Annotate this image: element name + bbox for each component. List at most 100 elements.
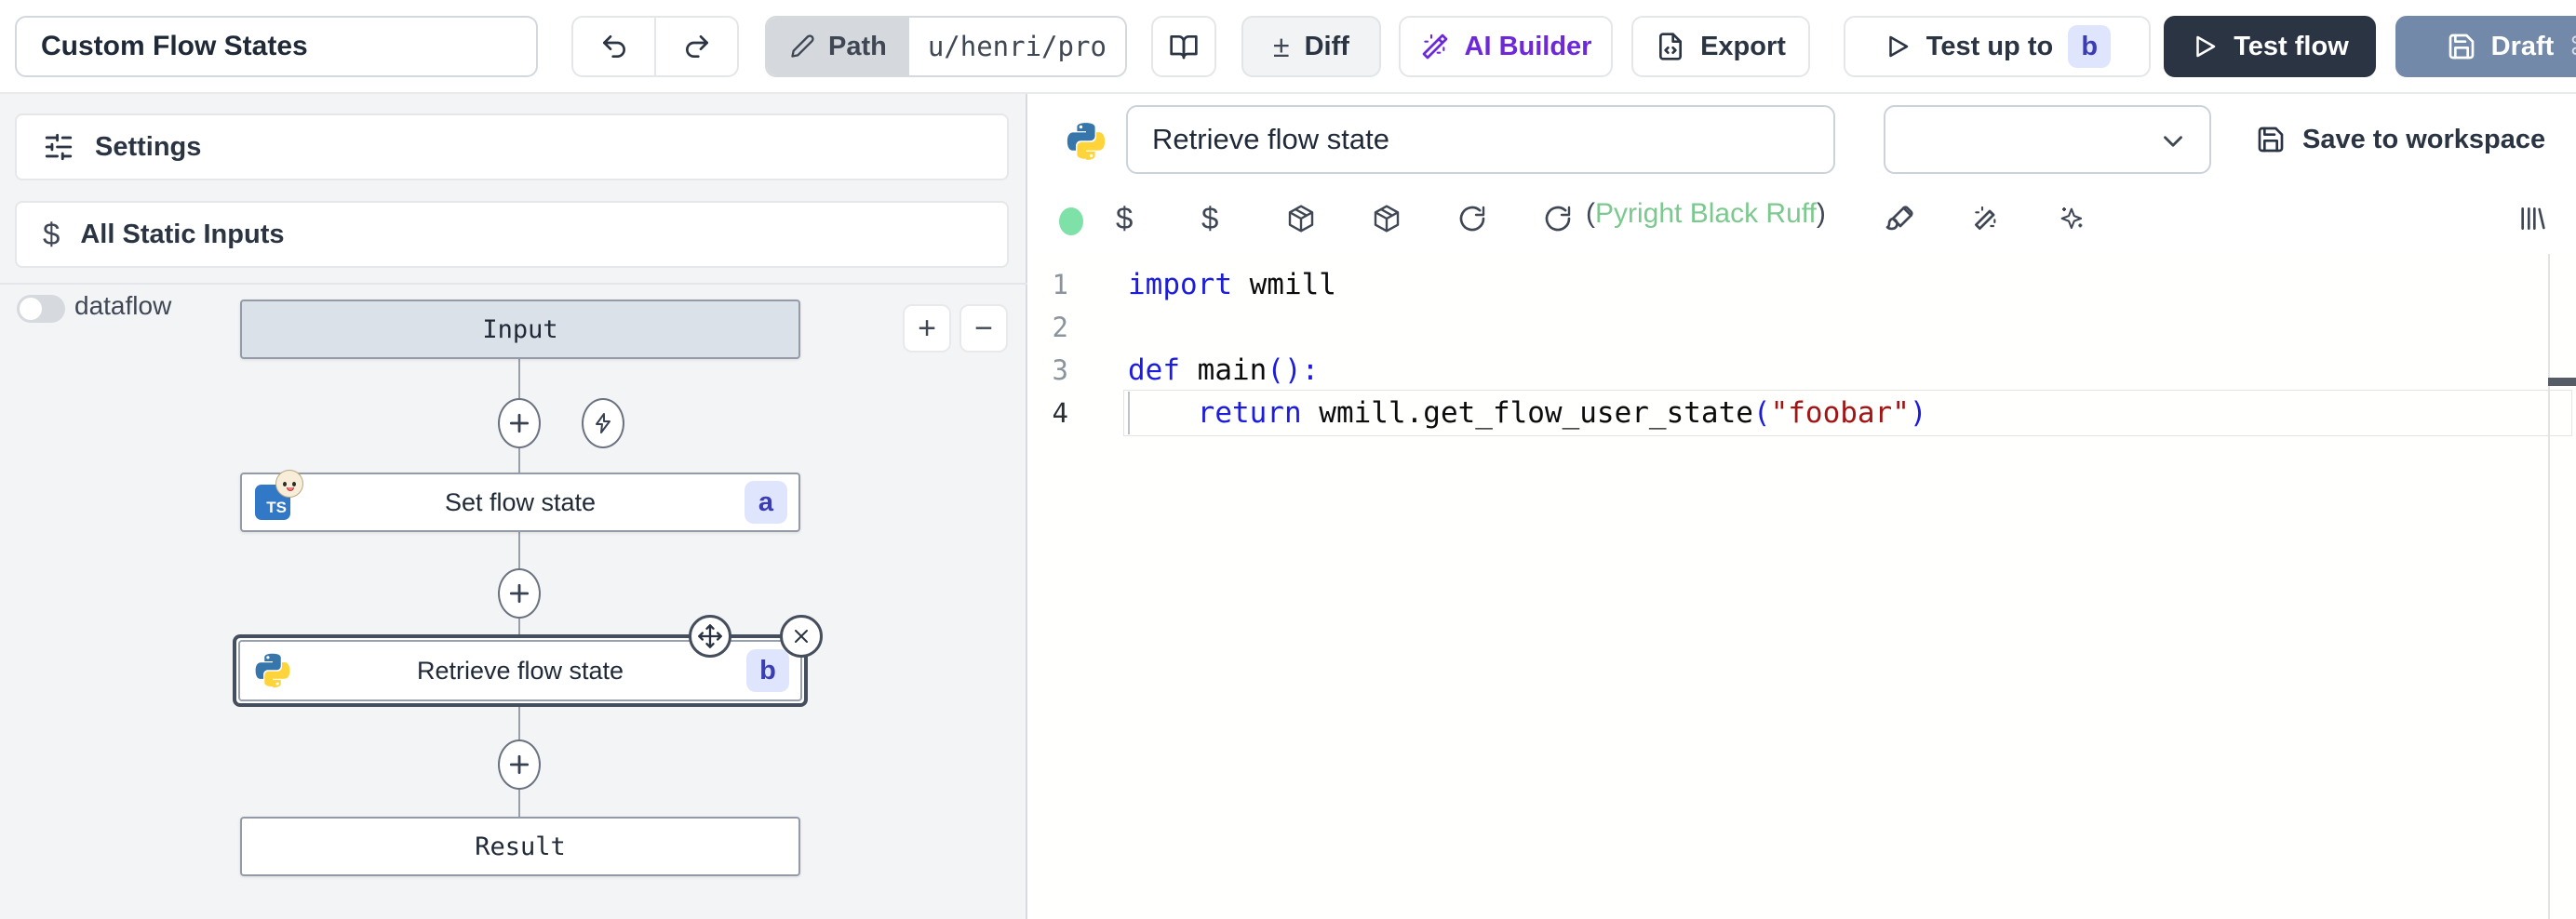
static-inputs-label: All Static Inputs [80, 220, 284, 250]
line-number: 1 [1029, 263, 1078, 306]
ai-builder-button[interactable]: AI Builder [1399, 16, 1613, 77]
move-step-button[interactable] [689, 615, 731, 658]
undo-icon [599, 32, 629, 61]
diff-label: Diff [1305, 32, 1349, 62]
overview-cursor-marker [2548, 378, 2576, 386]
add-step-button[interactable] [498, 398, 541, 448]
code-assistants-status: (Pyright Black Ruff) [1586, 198, 1826, 230]
retrieve-flow-state-label: Retrieve flow state [417, 657, 624, 686]
settings-label: Settings [95, 132, 201, 163]
book-icon [1169, 32, 1199, 61]
sparkles-icon [2057, 204, 2086, 233]
export-button[interactable]: Export [1631, 16, 1810, 77]
ai-wand-icon-button[interactable] [1971, 204, 2001, 233]
reload-icon-button[interactable] [1457, 204, 1487, 233]
library-icon [2516, 204, 2546, 233]
reload-icon-button[interactable] [1543, 204, 1573, 233]
add-step-button[interactable] [498, 568, 541, 619]
save-to-workspace-label: Save to workspace [2302, 125, 2545, 155]
test-flow-button[interactable]: Test flow [2164, 16, 2376, 77]
save-to-workspace-button[interactable]: Save to workspace [2256, 114, 2545, 165]
code-line: import wmill [1128, 263, 1927, 306]
magic-wand-icon [1420, 32, 1450, 61]
refresh-icon [1457, 204, 1487, 233]
sparkles-icon-button[interactable] [2057, 204, 2086, 233]
play-icon [1884, 33, 1912, 60]
line-number: 2 [1029, 306, 1078, 349]
input-node[interactable]: Input [240, 300, 800, 359]
redo-button[interactable] [654, 18, 737, 75]
toggle-knob [20, 298, 42, 320]
format-button[interactable] [1885, 204, 1915, 233]
code-line [1128, 306, 1927, 349]
plus-minus-icon: ± [1273, 30, 1290, 64]
package-icon [1286, 204, 1316, 233]
test-up-to-button[interactable]: Test up to b [1844, 16, 2151, 77]
paintbrush-icon [1885, 204, 1915, 233]
variables-button[interactable]: $ [1116, 201, 1133, 236]
all-static-inputs-item[interactable]: $ All Static Inputs [15, 201, 1009, 268]
code-content[interactable]: import wmill def main(): return wmill.ge… [1128, 263, 1927, 434]
step-name-input[interactable] [1126, 105, 1835, 174]
draft-shortcut: ⌘S [2569, 33, 2576, 61]
graph-divider [0, 283, 1027, 285]
file-code-icon [1656, 32, 1685, 61]
undo-button[interactable] [573, 18, 654, 75]
script-select[interactable] [1884, 105, 2211, 174]
line-number: 3 [1029, 349, 1078, 392]
set-flow-state-label: Set flow state [445, 488, 596, 517]
dollar-icon: $ [1201, 201, 1218, 236]
magic-wand-icon [1971, 204, 2001, 233]
zoom-out-button[interactable]: − [959, 304, 1008, 353]
zoom-in-button[interactable]: + [903, 304, 951, 353]
top-toolbar: Path u/henri/pro ± Diff AI Builder Expor… [0, 0, 2576, 94]
python-icon [253, 651, 292, 690]
export-label: Export [1700, 32, 1786, 62]
typescript-bun-icon: TS [255, 485, 290, 520]
redo-icon [682, 32, 712, 61]
set-flow-state-node[interactable]: TS Set flow state a [240, 473, 800, 532]
delete-step-button[interactable] [780, 615, 823, 658]
save-draft-button[interactable]: Draft ⌘S [2395, 16, 2576, 77]
ai-builder-label: AI Builder [1465, 32, 1592, 62]
editor-right-ruler [2548, 254, 2550, 919]
code-line: return wmill.get_flow_user_state("foobar… [1128, 392, 1927, 434]
dollar-icon: $ [43, 217, 60, 252]
package-icon [1372, 204, 1402, 233]
trigger-bolt-button[interactable] [582, 398, 624, 448]
code-line: def main(): [1128, 349, 1927, 392]
pencil-icon [789, 33, 815, 60]
test-flow-label: Test flow [2234, 32, 2349, 62]
save-icon [2447, 32, 2476, 61]
package-button[interactable] [1372, 204, 1402, 233]
path-value[interactable]: u/henri/pro [909, 18, 1125, 75]
undo-redo-group [571, 16, 739, 77]
line-number-gutter: 1 2 3 4 [1029, 263, 1078, 434]
docs-button[interactable] [1151, 16, 1216, 77]
play-icon [2191, 33, 2219, 60]
flow-title-input[interactable] [15, 16, 538, 77]
step-editor-panel: Save to workspace $ $ [1029, 94, 2576, 919]
path-label: Path [828, 32, 887, 62]
dataflow-label: dataflow [74, 291, 171, 321]
bun-icon [275, 470, 303, 498]
step-id-badge-b: b [746, 649, 789, 692]
diff-button[interactable]: ± Diff [1241, 16, 1381, 77]
add-step-button[interactable] [498, 739, 541, 790]
library-icon-button[interactable] [2516, 204, 2546, 233]
path-button[interactable]: Path [767, 18, 909, 75]
code-toolbar: $ $ (Pyright Black Ruff) [1029, 185, 2576, 252]
test-up-to-step-badge: b [2068, 25, 2111, 68]
package-button[interactable] [1286, 204, 1316, 233]
save-icon [2256, 125, 2286, 154]
code-editor[interactable]: 1 2 3 4 import wmill def main(): return … [1029, 254, 2576, 919]
sliders-icon [43, 131, 74, 163]
dollar-icon: $ [1116, 201, 1133, 236]
path-group: Path u/henri/pro [765, 16, 1127, 77]
dataflow-toggle[interactable] [17, 295, 65, 323]
result-node[interactable]: Result [240, 817, 800, 876]
resources-button[interactable]: $ [1201, 201, 1218, 236]
flow-settings-item[interactable]: Settings [15, 113, 1009, 180]
step-id-badge-a: a [745, 481, 787, 524]
test-up-to-label: Test up to [1926, 32, 2053, 62]
